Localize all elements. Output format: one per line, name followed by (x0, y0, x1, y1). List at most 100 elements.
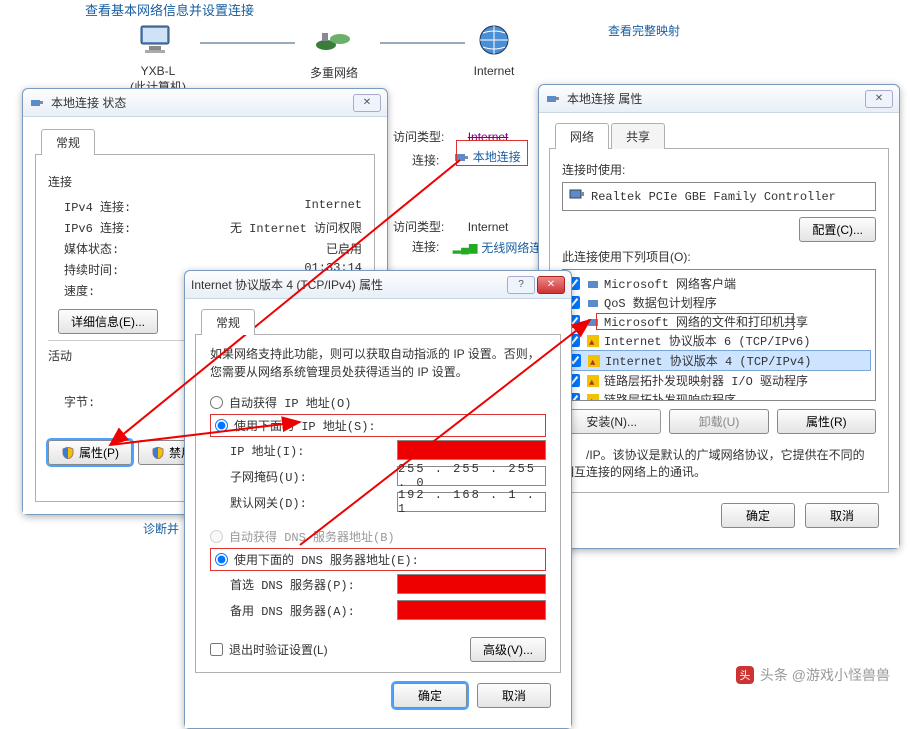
duration-label: 持续时间: (64, 261, 119, 278)
item-label: Internet 协议版本 4 (TCP/IPv4) (605, 352, 811, 369)
bytes-label: 字节: (64, 393, 95, 410)
node-internet: Internet (470, 20, 518, 78)
prop-titlebar: 本地连接 属性 ✕ (539, 85, 899, 113)
node-this-pc: YXB-L (此计算机) (130, 20, 186, 95)
list-item[interactable]: ▲ 链路层拓扑发现响应程序 (567, 390, 871, 401)
tab-general[interactable]: 常规 (201, 309, 255, 335)
item-label: QoS 数据包计划程序 (604, 294, 717, 311)
watermark-text: 头条 @游戏小怪兽兽 (760, 665, 890, 685)
speed-label: 速度: (64, 282, 95, 299)
subnet-mask-input[interactable]: 255 . 255 . 255 . 0 (397, 466, 546, 486)
use-ip-label: 使用下面的 IP 地址(S): (234, 417, 376, 434)
svg-text:▲: ▲ (589, 397, 595, 402)
auto-ip-radio[interactable] (210, 396, 223, 409)
use-ip-radio[interactable] (215, 419, 228, 432)
node1-label: YXB-L (130, 64, 186, 78)
dns1-label: 首选 DNS 服务器(P): (230, 576, 389, 593)
status-titlebar: 本地连接 状态 ✕ (23, 89, 387, 117)
item-label: 链路层拓扑发现映射器 I/O 驱动程序 (604, 372, 808, 389)
tab-general[interactable]: 常规 (41, 129, 95, 155)
dns2-input[interactable] (397, 600, 546, 620)
ok-button[interactable]: 确定 (721, 503, 795, 528)
shield-icon (151, 446, 165, 460)
list-item[interactable]: QoS 数据包计划程序 (567, 293, 871, 312)
connector-line (200, 42, 295, 44)
ip-address-input[interactable] (397, 440, 546, 460)
item-label: Internet 协议版本 6 (TCP/IPv6) (604, 332, 810, 349)
details-button[interactable]: 详细信息(E)... (58, 309, 158, 334)
ok-button[interactable]: 确定 (393, 683, 467, 708)
media-label: 媒体状态: (64, 240, 119, 257)
nic-icon (453, 149, 469, 165)
list-item[interactable]: ▲ Internet 协议版本 4 (TCP/IPv4) (567, 350, 871, 371)
page-title: 查看基本网络信息并设置连接 (85, 0, 254, 19)
validate-checkbox[interactable] (210, 643, 223, 656)
desc-partial: TCP/IP。该协议是默认的广域网络协议，它提供在不同的相互连接的网络上的通讯。 (562, 442, 876, 480)
proto-icon: ▲ (586, 374, 600, 388)
multi-network-icon (310, 20, 358, 60)
media-value: 已启用 (326, 240, 362, 257)
conn-row2: 连接: ▂▄▆ 无线网络连接 (412, 238, 553, 256)
subnet-mask-label: 子网掩码(U): (230, 468, 389, 485)
status-title: 本地连接 状态 (51, 94, 353, 111)
node3-label: Internet (470, 64, 518, 78)
radio-use-dns[interactable]: 使用下面的 DNS 服务器地址(E): (210, 548, 546, 571)
list-item[interactable]: ▲ 链路层拓扑发现映射器 I/O 驱动程序 (567, 371, 871, 390)
close-button[interactable]: ✕ (353, 94, 381, 112)
access-label: 访问类型: (393, 130, 444, 144)
tab-network[interactable]: 网络 (555, 123, 609, 149)
list-item[interactable]: Microsoft 网络的文件和打印机共享 (567, 312, 871, 331)
node2-label: 多重网络 (310, 64, 358, 81)
close-button[interactable]: ✕ (537, 276, 565, 294)
cancel-button[interactable]: 取消 (805, 503, 879, 528)
cancel-button[interactable]: 取消 (477, 683, 551, 708)
item-properties-button[interactable]: 属性(R) (777, 409, 876, 434)
proto-icon: ▲ (587, 354, 601, 368)
radio-use-ip[interactable]: 使用下面的 IP 地址(S): (210, 414, 546, 437)
access-row2: 访问类型: Internet (393, 218, 508, 235)
ipv4-titlebar: Internet 协议版本 4 (TCP/IPv4) 属性 ? ✕ (185, 271, 571, 299)
auto-ip-label: 自动获得 IP 地址(O) (229, 394, 351, 411)
list-item[interactable]: Microsoft 网络客户端 (567, 274, 871, 293)
nic-icon (545, 91, 561, 107)
prop-window: 本地连接 属性 ✕ 网络 共享 连接时使用: Realtek PCIe GBE … (538, 84, 900, 549)
computer-icon (134, 20, 182, 60)
install-button[interactable]: 安装(N)... (562, 409, 661, 434)
tab-sharing[interactable]: 共享 (611, 123, 665, 149)
watermark: 头 头条 @游戏小怪兽兽 (736, 665, 890, 685)
prop-title: 本地连接 属性 (567, 90, 865, 107)
nic-icon (29, 95, 45, 111)
help-button[interactable]: ? (507, 276, 535, 294)
svg-text:▲: ▲ (589, 378, 595, 387)
list-item[interactable]: ▲ Internet 协议版本 6 (TCP/IPv6) (567, 331, 871, 350)
advanced-button[interactable]: 高级(V)... (470, 637, 546, 662)
item-label: 链路层拓扑发现响应程序 (604, 391, 736, 401)
validate-on-exit[interactable]: 退出时验证设置(L) (210, 641, 328, 658)
gateway-input[interactable]: 192 . 168 . 1 . 1 (397, 492, 546, 512)
conn-label2: 连接: (412, 240, 439, 254)
ipv4-title: Internet 协议版本 4 (TCP/IPv4) 属性 (191, 276, 507, 293)
local-conn-link[interactable]: 本地连接 (473, 148, 521, 165)
globe-icon (470, 20, 518, 60)
configure-button[interactable]: 配置(C)... (799, 217, 876, 242)
use-dns-label: 使用下面的 DNS 服务器地址(E): (234, 551, 419, 568)
proto-icon: ▲ (586, 334, 600, 348)
auto-dns-radio (210, 530, 223, 543)
diagnose-link-partial[interactable]: 诊断并 (143, 520, 179, 537)
use-dns-radio[interactable] (215, 553, 228, 566)
shield-icon (61, 446, 75, 460)
auto-dns-label: 自动获得 DNS 服务器地址(B) (229, 528, 395, 545)
uninstall-button: 卸载(U) (669, 409, 768, 434)
items-listbox[interactable]: Microsoft 网络客户端QoS 数据包计划程序 Microsoft 网络的文… (562, 269, 876, 401)
view-full-mapping-link[interactable]: 查看完整映射 (608, 22, 680, 39)
radio-auto-ip[interactable]: 自动获得 IP 地址(O) (210, 391, 546, 414)
items-label: 此连接使用下列项目(O): (562, 248, 876, 265)
properties-button[interactable]: 属性(P) (48, 440, 132, 465)
dns1-input[interactable] (397, 574, 546, 594)
item-label: Microsoft 网络的文件和打印机共享 (604, 313, 808, 330)
close-button[interactable]: ✕ (865, 90, 893, 108)
proto-icon: ▲ (586, 393, 600, 402)
conn-label: 连接: (412, 154, 439, 168)
ipv6-label: IPv6 连接: (64, 219, 131, 236)
client-icon (586, 277, 600, 291)
